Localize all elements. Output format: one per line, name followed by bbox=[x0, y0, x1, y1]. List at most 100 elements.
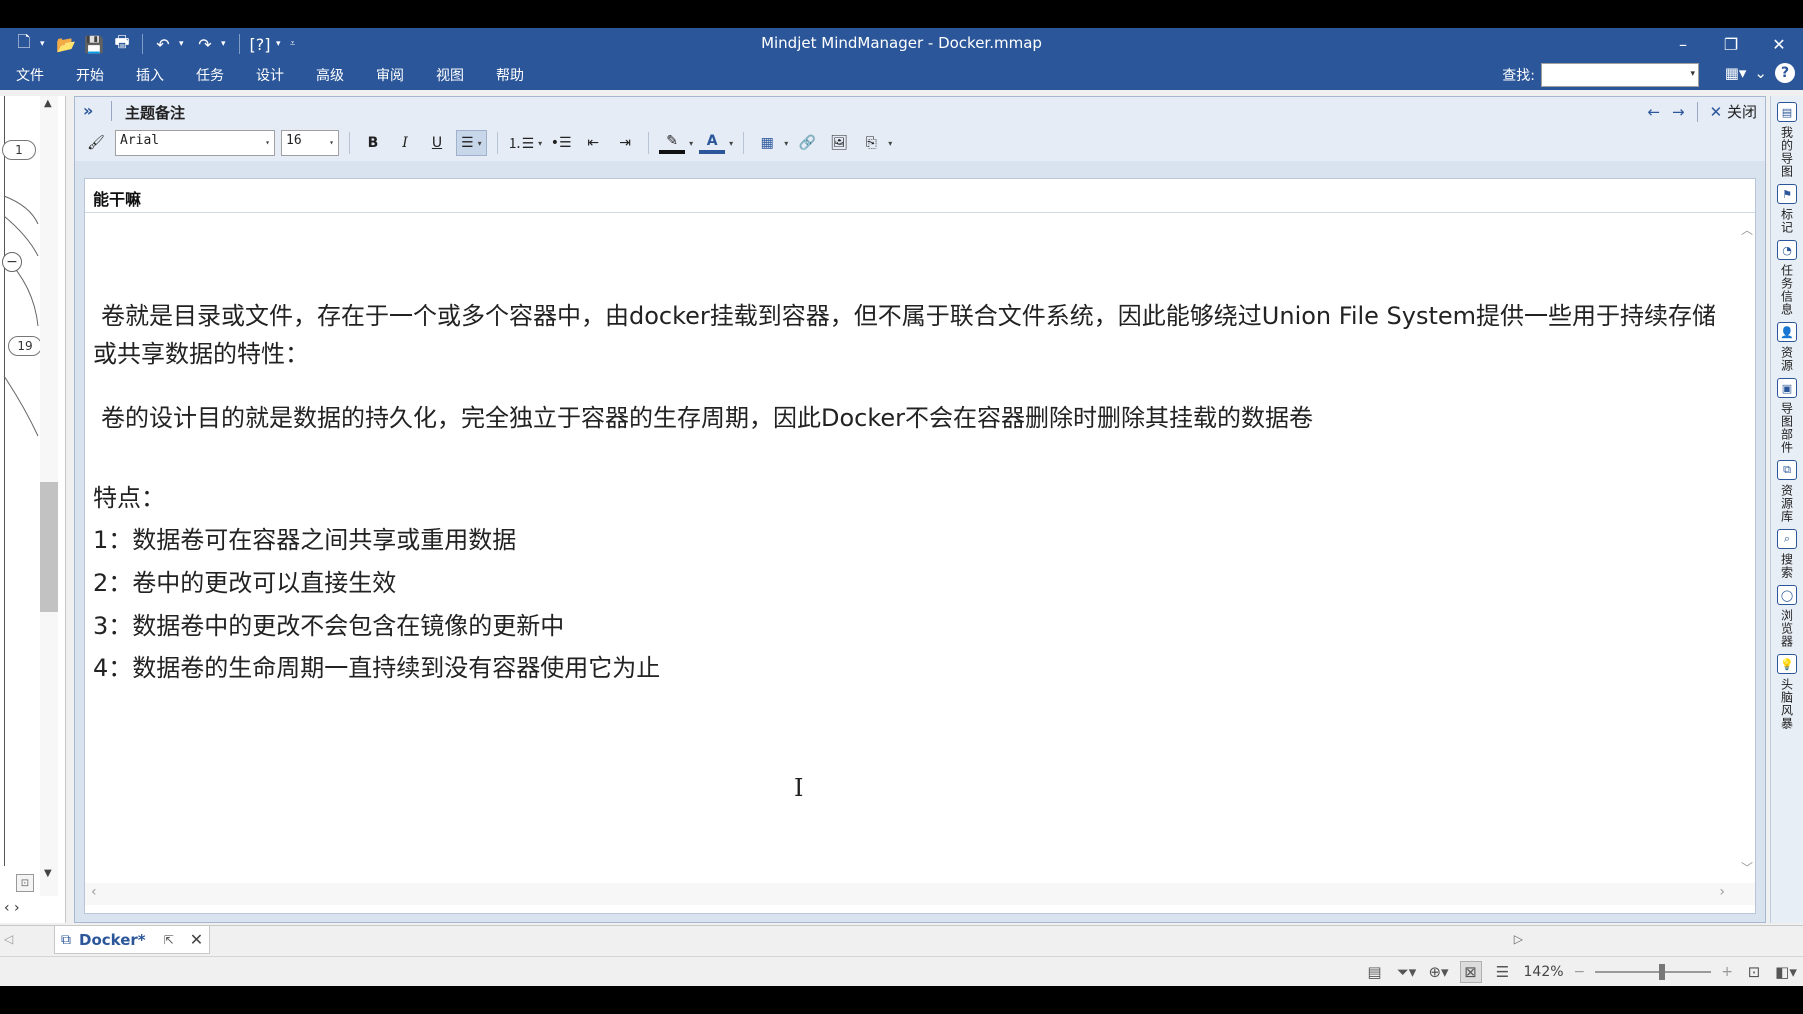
toolbar-separator bbox=[496, 132, 498, 154]
editor-horizontal-scrollbar[interactable]: ‹ › bbox=[85, 883, 1755, 905]
dock-map-parts[interactable]: ▣ 导图部件 bbox=[1773, 378, 1801, 454]
header-separator bbox=[111, 101, 112, 121]
editor-vertical-scrollbar[interactable]: ︿ ﹀ bbox=[1737, 213, 1755, 881]
menu-right-controls: ▦▾ ⌄ ? bbox=[1725, 63, 1795, 83]
scroll-right-icon[interactable]: › bbox=[1719, 884, 1725, 900]
dock-my-maps[interactable]: ▤ 我的导图 bbox=[1773, 102, 1801, 178]
insert-image-icon[interactable]: 🖼 bbox=[826, 130, 852, 156]
restore-icon[interactable]: ❐ bbox=[1707, 28, 1755, 60]
tab-scroll-right-icon[interactable]: ▷ bbox=[1514, 932, 1523, 946]
find-input[interactable]: ▾ bbox=[1541, 63, 1699, 87]
formatting-toolbar: 🖌 Arial ▾ 16 ▾ B I U ☰ ▾ ⒈☰ ▾ •☰ ⇤ ⇥ ✎ ▾… bbox=[75, 125, 1765, 161]
map-vertical-scrollbar[interactable]: ▲ ▼ bbox=[40, 96, 58, 896]
zoom-in-icon[interactable]: + bbox=[1721, 964, 1733, 980]
dock-search[interactable]: ⌕ 搜索 bbox=[1773, 529, 1801, 579]
font-name-combo[interactable]: Arial ▾ bbox=[115, 130, 275, 156]
filter-icon[interactable]: ⏷▾ bbox=[1396, 961, 1418, 983]
document-tab-strip: ◁ ⧉ Docker* ⇱ ✕ ▷ bbox=[0, 925, 1803, 955]
find-dropdown-icon[interactable]: ▾ bbox=[1690, 69, 1695, 79]
scroll-down-icon[interactable]: ▼ bbox=[44, 868, 52, 879]
underline-icon[interactable]: U bbox=[424, 130, 450, 156]
font-size-combo[interactable]: 16 ▾ bbox=[281, 130, 339, 156]
lightbulb-icon: 💡 bbox=[1777, 654, 1797, 674]
minimize-icon[interactable]: – bbox=[1659, 28, 1707, 60]
zoom-slider-thumb[interactable] bbox=[1659, 964, 1666, 980]
menu-view[interactable]: 视图 bbox=[420, 60, 480, 90]
scroll-left-icon[interactable]: ‹ bbox=[91, 884, 97, 900]
notes-body[interactable]: 卷就是目录或文件，存在于一个或多个容器中，由docker挂载到容器，但不属于联合… bbox=[85, 213, 1737, 881]
dock-markers[interactable]: ⚑ 标记 bbox=[1773, 184, 1801, 234]
scroll-down-icon[interactable]: ﹀ bbox=[1741, 859, 1753, 876]
hyperlink-icon[interactable]: 🔗 bbox=[794, 130, 820, 156]
node-collapse-button[interactable]: − bbox=[2, 252, 22, 272]
font-name-dropdown-icon[interactable]: ▾ bbox=[265, 138, 270, 147]
menu-home[interactable]: 开始 bbox=[60, 60, 120, 90]
node-count-badge[interactable]: 19 bbox=[8, 336, 42, 356]
notes-view-icon[interactable]: ▤ bbox=[1364, 961, 1386, 983]
zoom-slider[interactable] bbox=[1595, 964, 1712, 980]
italic-icon[interactable]: I bbox=[392, 130, 418, 156]
align-left-icon[interactable]: ☰ ▾ bbox=[456, 130, 487, 156]
insert-table-dropdown-icon[interactable]: ▾ bbox=[784, 139, 788, 148]
zoom-out-icon[interactable]: − bbox=[1574, 964, 1586, 980]
close-tab-icon[interactable]: ✕ bbox=[190, 930, 203, 949]
font-color-dropdown-icon[interactable]: ▾ bbox=[729, 139, 733, 148]
highlight-color-icon[interactable]: ✎ bbox=[659, 132, 686, 154]
map-parts-icon: ▣ bbox=[1777, 378, 1797, 398]
tab-docker[interactable]: ⧉ Docker* ⇱ ✕ bbox=[54, 926, 210, 954]
fit-map-icon[interactable]: ⊡ bbox=[1743, 961, 1765, 983]
font-color-icon[interactable]: A bbox=[699, 132, 726, 154]
decrease-indent-icon[interactable]: ⇤ bbox=[580, 130, 606, 156]
panel-layout-icon[interactable]: ◧▾ bbox=[1775, 961, 1797, 983]
bold-icon[interactable]: B bbox=[360, 130, 386, 156]
numbered-list-dropdown-icon[interactable]: ▾ bbox=[538, 139, 542, 148]
node-count-badge[interactable]: 1 bbox=[2, 140, 36, 160]
insert-field-dropdown-icon[interactable]: ▾ bbox=[888, 139, 892, 148]
insert-table-icon[interactable]: ▦ bbox=[754, 130, 780, 156]
menu-review[interactable]: 审阅 bbox=[360, 60, 420, 90]
format-painter-icon[interactable]: 🖌 bbox=[83, 130, 109, 156]
expand-pane-icon[interactable]: » bbox=[83, 101, 93, 120]
focus-topic-icon[interactable]: ⊕▾ bbox=[1428, 961, 1450, 983]
bulleted-list-icon[interactable]: •☰ bbox=[548, 130, 574, 156]
scroll-up-icon[interactable]: ▲ bbox=[44, 98, 52, 109]
menu-insert[interactable]: 插入 bbox=[120, 60, 180, 90]
dock-brainstorm[interactable]: 💡 头脑风暴 bbox=[1773, 654, 1801, 730]
outline-view-icon[interactable]: ☰ bbox=[1492, 961, 1514, 983]
notes-editor[interactable]: 能干嘛 卷就是目录或文件，存在于一个或多个容器中，由docker挂载到容器，但不… bbox=[84, 178, 1756, 914]
layout-options-icon[interactable]: ▦▾ bbox=[1725, 64, 1747, 82]
find-box: 查找: ▾ bbox=[1502, 63, 1699, 87]
font-size-dropdown-icon[interactable]: ▾ bbox=[329, 138, 334, 147]
scroll-up-icon[interactable]: ︿ bbox=[1741, 221, 1753, 238]
map-document-icon: ⧉ bbox=[61, 931, 71, 948]
nav-separator bbox=[1696, 101, 1698, 122]
map-canvas-panel: 1 − 19 ▲ ▼ ⊡ ‹ › bbox=[0, 96, 66, 923]
close-window-icon[interactable]: ✕ bbox=[1755, 28, 1803, 60]
search-icon: ⌕ bbox=[1777, 529, 1797, 549]
menu-file[interactable]: 文件 bbox=[0, 60, 60, 90]
map-horizontal-scroll[interactable]: ‹ › bbox=[4, 900, 20, 916]
dock-library[interactable]: ⧉ 资源库 bbox=[1773, 460, 1801, 523]
dock-resources[interactable]: 👤 资源 bbox=[1773, 322, 1801, 372]
float-tab-icon[interactable]: ⇱ bbox=[164, 933, 174, 947]
help-icon[interactable]: ? bbox=[1775, 63, 1795, 83]
highlight-dropdown-icon[interactable]: ▾ bbox=[689, 139, 693, 148]
map-view-icon[interactable]: ⊠ bbox=[1459, 961, 1482, 983]
dock-browser[interactable]: ◯ 浏览器 bbox=[1773, 585, 1801, 648]
next-topic-icon[interactable]: → bbox=[1672, 103, 1685, 121]
numbered-list-icon[interactable]: ⒈☰ bbox=[508, 130, 535, 156]
tab-scroll-left-icon[interactable]: ◁ bbox=[4, 932, 13, 946]
close-notes-button[interactable]: ✕ 关闭 bbox=[1710, 101, 1757, 122]
insert-field-icon[interactable]: ⎘ bbox=[858, 130, 884, 156]
scroll-thumb[interactable] bbox=[40, 482, 58, 612]
menu-task[interactable]: 任务 bbox=[180, 60, 240, 90]
app-window: 🗋 ▾ 📂 💾 🖶 ↶ ▾ ↷ ▾ [?] ▾ ⩡ Mindjet MindMa… bbox=[0, 28, 1803, 986]
increase-indent-icon[interactable]: ⇥ bbox=[612, 130, 638, 156]
menu-design[interactable]: 设计 bbox=[240, 60, 300, 90]
previous-topic-icon[interactable]: ← bbox=[1647, 103, 1660, 121]
menu-help[interactable]: 帮助 bbox=[480, 60, 540, 90]
fit-map-icon[interactable]: ⊡ bbox=[16, 874, 34, 892]
ribbon-collapse-icon[interactable]: ⌄ bbox=[1754, 64, 1767, 82]
dock-task-info[interactable]: ◔ 任务信息 bbox=[1773, 240, 1801, 316]
menu-advanced[interactable]: 高级 bbox=[300, 60, 360, 90]
